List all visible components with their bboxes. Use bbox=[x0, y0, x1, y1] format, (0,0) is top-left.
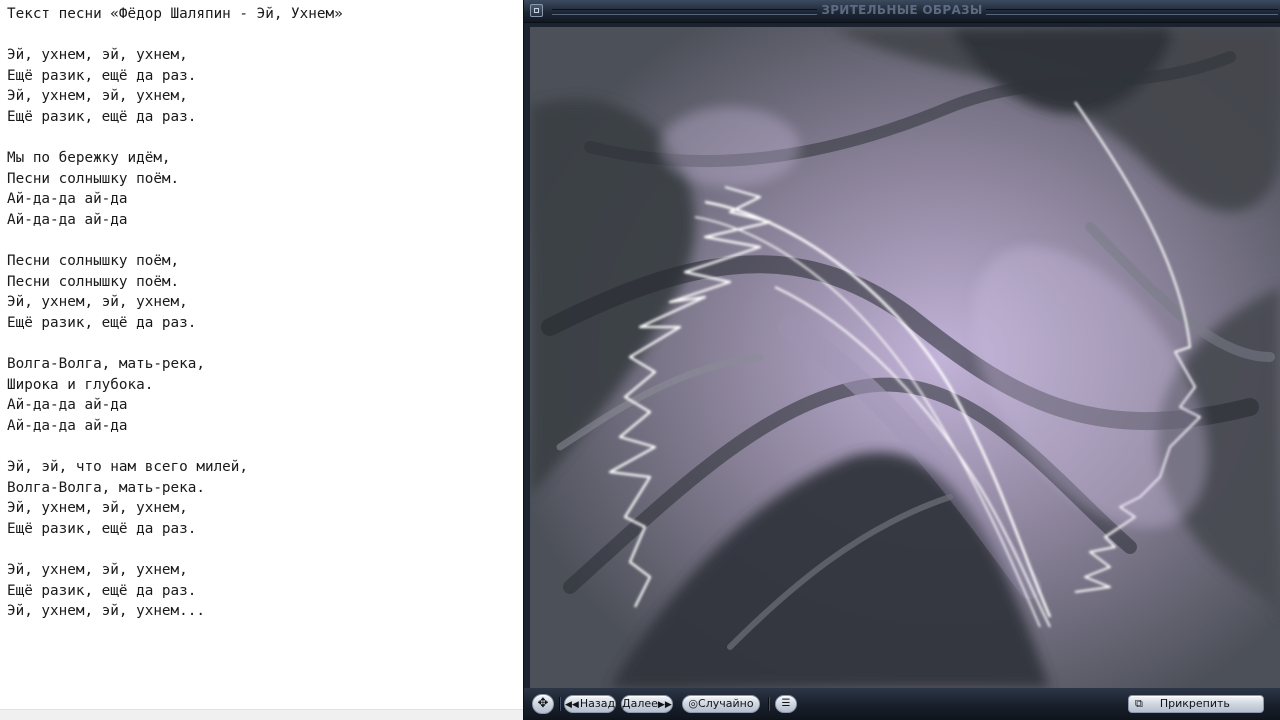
move-button[interactable]: ✥ bbox=[532, 694, 554, 714]
lyrics-line: Ай-да-да ай-да bbox=[7, 191, 128, 208]
lyrics-line: Эй, эй, что нам всего милей, bbox=[7, 459, 249, 476]
lyrics-line bbox=[7, 436, 343, 457]
lyrics-line bbox=[7, 231, 343, 252]
lyrics-text: Текст песни «Фёдор Шаляпин - Эй, Ухнем» Э… bbox=[7, 4, 343, 622]
lyrics-line: Эй, ухнем, эй, ухнем, bbox=[7, 294, 188, 311]
list-menu-icon: ☰ bbox=[781, 698, 791, 709]
lyrics-line: Песни солнышку поём, bbox=[7, 253, 180, 270]
random-button-label: Случайно bbox=[698, 697, 754, 710]
menu-button[interactable]: ☰ bbox=[775, 695, 797, 713]
lyrics-line: Текст песни «Фёдор Шаляпин - Эй, Ухнем» bbox=[7, 6, 343, 22]
lyrics-line: Песни солнышку поём. bbox=[7, 170, 180, 187]
attach-button-label: Прикрепить bbox=[1159, 697, 1230, 710]
lyrics-line: Ещё разик, ещё да раз. bbox=[7, 108, 197, 125]
player-title-bar[interactable]: ЗРИТЕЛЬНЫЕ ОБРАЗЫ bbox=[524, 0, 1280, 23]
random-button[interactable]: ◎Случайно bbox=[682, 695, 760, 713]
lyrics-line bbox=[7, 25, 343, 46]
lyrics-line: Эй, ухнем, эй, ухнем... bbox=[7, 603, 205, 620]
double-right-arrow-icon: ▶▶ bbox=[657, 700, 672, 710]
lyrics-line: Широка и глубока. bbox=[7, 376, 154, 393]
visualization-area bbox=[530, 27, 1280, 688]
media-player-window: ЗРИТЕЛЬНЫЕ ОБРАЗЫ ✥ ◀◀Назад Далее▶▶ ◎Слу… bbox=[523, 0, 1280, 720]
lyrics-line: Эй, ухнем, эй, ухнем, bbox=[7, 88, 188, 105]
visualization-image bbox=[530, 27, 1280, 688]
lyrics-line: Песни солнышку поём. bbox=[7, 273, 180, 290]
title-groove-right bbox=[986, 9, 1278, 15]
next-button-label: Далее bbox=[622, 697, 658, 710]
attach-window-icon: ⧉ bbox=[1135, 697, 1143, 710]
attach-button[interactable]: ⧉ Прикрепить bbox=[1128, 695, 1264, 713]
lyrics-line: Ай-да-да ай-да bbox=[7, 417, 128, 434]
lyrics-line: Волга-Волга, мать-река. bbox=[7, 479, 205, 496]
horizontal-scrollbar[interactable] bbox=[0, 709, 523, 720]
lyrics-line bbox=[7, 334, 343, 355]
next-button[interactable]: Далее▶▶ bbox=[621, 695, 673, 713]
lyrics-line: Эй, ухнем, эй, ухнем, bbox=[7, 47, 188, 64]
move-arrows-icon: ✥ bbox=[537, 696, 549, 711]
back-button-label: Назад bbox=[579, 697, 616, 710]
player-control-bar: ✥ ◀◀Назад Далее▶▶ ◎Случайно ☰ ⧉ Прикрепит… bbox=[524, 688, 1280, 720]
lyrics-line: Ещё разик, ещё да раз. bbox=[7, 67, 197, 84]
lyrics-line: Мы по бережку идём, bbox=[7, 150, 171, 167]
double-left-arrow-icon: ◀◀ bbox=[565, 700, 579, 710]
control-divider bbox=[559, 697, 561, 711]
lyrics-line: Ай-да-да ай-да bbox=[7, 211, 128, 228]
lyrics-line: Волга-Волга, мать-река, bbox=[7, 356, 205, 373]
lyrics-line bbox=[7, 539, 343, 560]
lyrics-text-editor[interactable]: Текст песни «Фёдор Шаляпин - Эй, Ухнем» Э… bbox=[0, 0, 523, 720]
lyrics-line bbox=[7, 128, 343, 149]
back-button[interactable]: ◀◀Назад bbox=[564, 695, 616, 713]
random-circle-icon: ◎ bbox=[688, 697, 699, 710]
lyrics-line: Ай-да-да ай-да bbox=[7, 397, 128, 414]
lyrics-line: Ещё разик, ещё да раз. bbox=[7, 314, 197, 331]
lyrics-line: Эй, ухнем, эй, ухнем, bbox=[7, 500, 188, 517]
lyrics-line: Ещё разик, ещё да раз. bbox=[7, 520, 197, 537]
control-divider bbox=[768, 697, 770, 711]
lyrics-line: Эй, ухнем, эй, ухнем, bbox=[7, 562, 188, 579]
lyrics-line: Ещё разик, ещё да раз. bbox=[7, 582, 197, 599]
